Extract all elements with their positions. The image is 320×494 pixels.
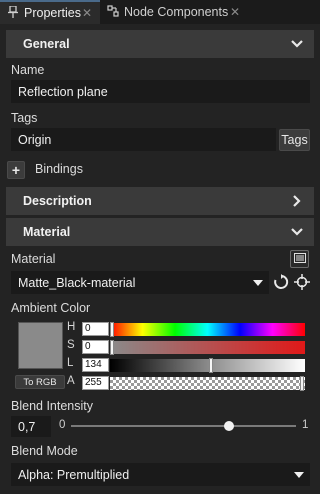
tags-button[interactable]: Tags [279,129,310,151]
lightness-slider[interactable] [110,358,305,373]
blend-intensity-value: 0,7 [18,419,36,434]
material-editor-button[interactable] [290,250,309,268]
material-label: Material [11,252,56,266]
saturation-input[interactable]: 0 [82,340,109,354]
tags-value: Origin [18,132,52,147]
hue-input[interactable]: 0 [82,322,109,336]
chevron-right-icon [290,194,304,208]
alpha-letter: A [67,375,75,387]
locate-icon[interactable] [294,274,310,290]
section-material-header[interactable]: Material [6,218,314,246]
slider-min-label: 0 [59,419,66,431]
close-icon[interactable]: ✕ [82,6,92,20]
hue-slider[interactable] [110,322,305,337]
blend-mode-value: Alpha: Premultiplied [18,467,130,482]
blend-intensity-slider[interactable] [71,421,296,431]
alpha-handle[interactable] [300,376,304,391]
bindings-label: Bindings [35,162,83,176]
blend-intensity-label: Blend Intensity [11,399,93,413]
section-description-header[interactable]: Description [6,187,314,215]
section-general-title: General [23,37,70,51]
slider-max-label: 1 [302,419,309,431]
saturation-letter: S [67,339,75,351]
section-material-title: Material [23,225,71,239]
hue-handle[interactable] [110,322,114,337]
pin-icon [6,4,20,21]
blend-mode-dropdown[interactable]: Alpha: Premultiplied [11,463,310,486]
tab-node-components-label: Node Components [124,5,229,19]
alpha-input[interactable]: 255 [82,376,109,390]
blend-intensity-input[interactable]: 0,7 [11,416,51,437]
blend-mode-label: Blend Mode [11,444,78,458]
saturation-slider[interactable] [110,340,305,355]
name-value: Reflection plane [18,84,108,99]
section-general-header[interactable]: General [6,30,314,58]
to-rgb-button[interactable]: To RGB [15,375,65,389]
ambient-color-swatch[interactable] [18,322,63,369]
reset-icon[interactable] [273,274,289,290]
lightness-letter: L [67,357,74,369]
material-value: Matte_Black-material [18,275,136,290]
plus-icon: + [11,162,21,178]
tab-node-components[interactable]: Node Components ✕ [100,0,248,24]
close-icon[interactable]: ✕ [230,5,240,19]
hue-letter: H [67,321,76,333]
node-components-icon [106,4,120,20]
add-binding-button[interactable]: + [7,161,25,179]
alpha-slider[interactable] [110,376,305,391]
name-label: Name [11,63,45,77]
tags-label: Tags [11,111,38,125]
tags-field[interactable]: Origin [11,128,276,151]
tab-bar: Properties ✕ Node Components ✕ [0,0,320,24]
lightness-input[interactable]: 134 [82,358,109,372]
name-field[interactable]: Reflection plane [11,80,310,103]
ambient-color-label: Ambient Color [11,301,91,315]
section-description-title: Description [23,194,92,208]
lightness-handle[interactable] [209,358,213,373]
material-dropdown[interactable]: Matte_Black-material [11,271,269,294]
saturation-handle[interactable] [110,340,114,355]
slider-knob[interactable] [223,421,234,431]
tab-properties[interactable]: Properties ✕ [0,0,100,24]
chevron-down-icon [290,37,304,51]
material-editor-icon [293,252,306,266]
dropdown-arrow-icon [294,472,304,478]
dropdown-arrow-icon [253,280,263,286]
tab-properties-label: Properties [24,6,81,20]
chevron-down-icon [290,225,304,239]
